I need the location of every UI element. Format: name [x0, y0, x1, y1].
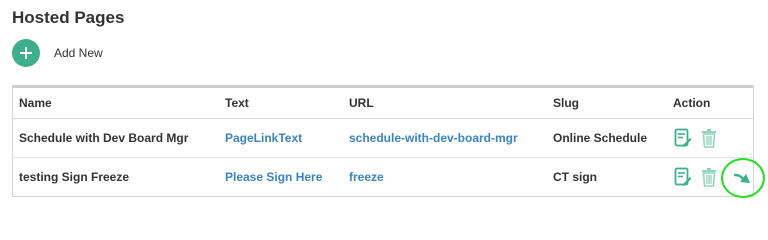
- column-header-action: Action: [667, 88, 753, 119]
- column-header-slug: Slug: [547, 88, 667, 119]
- table-row: Schedule with Dev Board Mgr PageLinkText…: [13, 118, 753, 158]
- row-slug: Online Schedule: [547, 118, 667, 158]
- row-name: testing Sign Freeze: [19, 170, 130, 184]
- table-row: testing Sign Freeze Please Sign Here fre…: [13, 158, 753, 197]
- row-actions: [667, 118, 753, 158]
- row-slug: CT sign: [553, 170, 597, 184]
- plus-icon[interactable]: [12, 39, 40, 67]
- add-new-button[interactable]: Add New: [12, 38, 103, 68]
- trash-icon[interactable]: [699, 127, 719, 149]
- row-url-link[interactable]: freeze: [343, 158, 547, 197]
- hosted-pages-table: Name Text URL Slug Action Schedule with …: [12, 85, 754, 197]
- column-header-url: URL: [343, 88, 547, 119]
- edit-icon[interactable]: [673, 166, 693, 188]
- trash-icon[interactable]: [699, 166, 719, 188]
- row-name: Schedule with Dev Board Mgr: [13, 118, 219, 158]
- add-new-label[interactable]: Add New: [54, 46, 103, 60]
- edit-icon[interactable]: [673, 127, 693, 149]
- row-text-link[interactable]: PageLinkText: [219, 118, 343, 158]
- row-text-link[interactable]: Please Sign Here: [219, 158, 343, 197]
- go-arrow-icon[interactable]: [721, 158, 765, 198]
- column-header-text: Text: [219, 88, 343, 119]
- column-header-name: Name: [13, 88, 219, 119]
- table-header-row: Name Text URL Slug Action: [13, 88, 753, 119]
- row-url-link[interactable]: schedule-with-dev-board-mgr: [343, 118, 547, 158]
- page-title: Hosted Pages: [12, 8, 125, 27]
